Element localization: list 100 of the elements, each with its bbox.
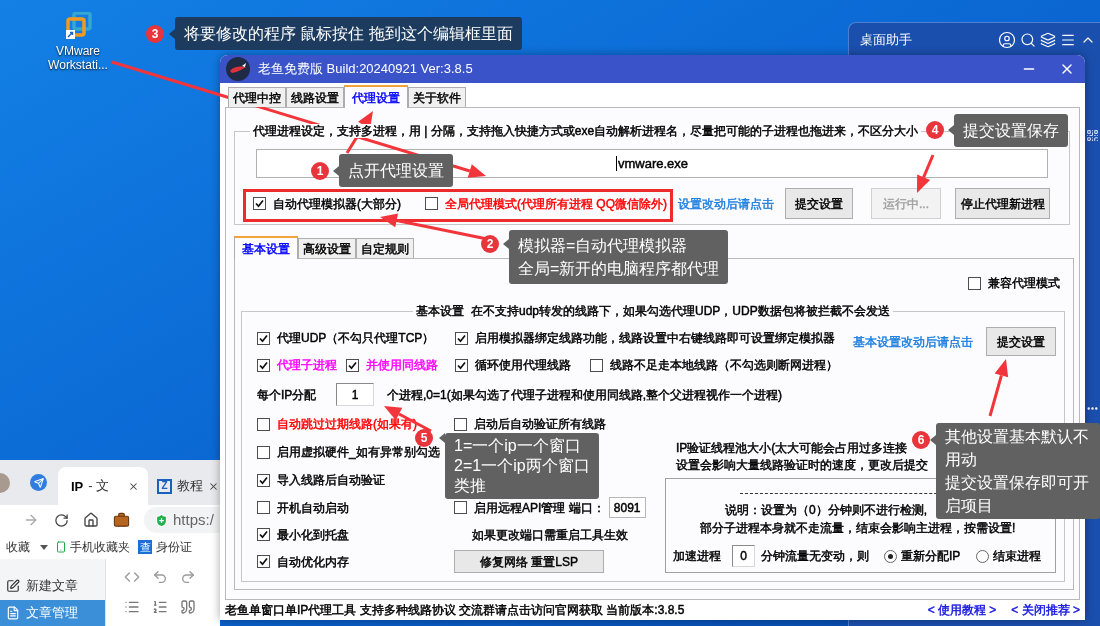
undo-icon[interactable]: [152, 569, 168, 585]
favicon: IP: [71, 478, 84, 494]
bookmark-link[interactable]: 身份证: [156, 538, 192, 556]
radio-label: 结束进程: [993, 548, 1042, 565]
quote-icon[interactable]: [180, 599, 196, 615]
tab[interactable]: 高级设置: [298, 238, 356, 258]
send-icon[interactable]: [30, 474, 47, 491]
search-icon[interactable]: [1020, 31, 1036, 48]
checkbox-label: 代理UDP（不勾只代理TCP）: [277, 331, 435, 345]
checkbox[interactable]: [253, 197, 266, 210]
port-note: 如果更改端口需重启工具生效: [472, 526, 628, 544]
checkbox[interactable]: [455, 358, 468, 372]
pointer-arrow: [988, 359, 1009, 417]
checkbox[interactable]: [590, 358, 603, 372]
checkbox[interactable]: [346, 358, 359, 372]
bookmark-link[interactable]: 收藏: [6, 538, 30, 556]
field-label: 每个IP分配: [257, 386, 318, 404]
close-icon[interactable]: [128, 480, 139, 492]
list-icon[interactable]: [124, 599, 140, 615]
desktop-icon-label: VMware Workstati...: [48, 44, 108, 72]
tab-title: 教程: [177, 477, 203, 496]
checkbox[interactable]: [257, 331, 270, 345]
checkbox-label: 兼容代理模式: [988, 276, 1060, 290]
checkbox-label: 自动优化内存: [277, 554, 349, 569]
callout-text: 点开代理设置: [339, 154, 453, 187]
step-number: 3: [146, 25, 164, 43]
checkbox[interactable]: [454, 417, 467, 431]
checkbox-label: 启动后自动验证所有线路: [474, 417, 606, 431]
tab[interactable]: 基本设置: [234, 236, 298, 259]
bookmark-link[interactable]: 手机收藏夹: [70, 538, 130, 556]
checkbox-label: 并使用同线路: [366, 358, 438, 372]
callout-pointer-icon: [503, 239, 509, 249]
checkbox[interactable]: [257, 555, 270, 568]
favicon: Z: [157, 478, 172, 494]
status-link[interactable]: < 关闭推荐 >: [1011, 601, 1080, 619]
checkbox-label: 代理子进程: [277, 358, 337, 372]
checkbox[interactable]: [454, 501, 467, 514]
stop-button[interactable]: 停止代理新进程: [955, 188, 1050, 219]
repair-network-button[interactable]: 修复网络 重置LSP: [454, 550, 604, 573]
code-icon[interactable]: [124, 569, 140, 585]
favicon: 查: [138, 540, 152, 554]
reload-icon[interactable]: [54, 512, 69, 528]
address-field[interactable]: https:/: [144, 507, 220, 533]
port-input[interactable]: 8091: [608, 497, 646, 518]
checkbox[interactable]: [257, 528, 270, 541]
panel-title: 桌面助手: [860, 30, 912, 49]
callout-pointer-icon: [439, 433, 445, 443]
radio-button[interactable]: [884, 549, 897, 563]
user-icon[interactable]: [998, 30, 1016, 49]
checkbox[interactable]: [257, 473, 270, 487]
app-shortcut-icon[interactable]: [64, 12, 92, 40]
document-icon: [6, 606, 20, 620]
radio-label: 重新分配IP: [901, 548, 961, 565]
minutes-input[interactable]: 0: [732, 545, 755, 567]
tab[interactable]: 关于软件: [408, 87, 466, 107]
callout-pointer-icon: [169, 29, 175, 39]
settings-hint-link[interactable]: 设置改动后请点击: [678, 194, 785, 213]
close-icon[interactable]: [208, 480, 219, 492]
phone-icon: [55, 540, 67, 554]
callout-text: 提交设置保存: [954, 114, 1068, 147]
checkbox[interactable]: [455, 331, 468, 345]
tab[interactable]: 代理设置: [344, 85, 408, 108]
checkbox[interactable]: [968, 276, 981, 290]
layers-icon[interactable]: [1040, 31, 1056, 48]
notice-text: 部分子进程本身就不走流量，结束会影响主进程，按需设置!: [700, 521, 1016, 535]
tab[interactable]: 代理中控: [228, 87, 286, 107]
redo-icon[interactable]: [180, 569, 196, 585]
caret-down-icon[interactable]: [40, 544, 48, 550]
tab[interactable]: 自定规则: [356, 238, 414, 258]
checkbox-label: 线路不足走本地线路（不勾选则断网进程）: [610, 358, 838, 372]
status-link[interactable]: < 使用教程 >: [927, 601, 997, 619]
sidebar-item[interactable]: 新建文章: [0, 575, 105, 597]
home-icon[interactable]: [83, 512, 99, 528]
checkbox[interactable]: [425, 197, 438, 210]
checkbox[interactable]: [257, 501, 270, 514]
group-legend: 基本设置 在不支持udp转发的线路下，如果勾选代理UDP，UDP数据包将被拦截不会发送: [413, 304, 893, 318]
submit-button[interactable]: 提交设置: [785, 188, 853, 219]
checkbox-label: 开机自动启动: [277, 500, 349, 515]
tab-title: - 文: [88, 477, 110, 496]
radio-button[interactable]: [976, 549, 990, 563]
qr-code-icon[interactable]: [1086, 129, 1099, 142]
numbered-list-icon[interactable]: [152, 599, 168, 615]
settings-hint-link[interactable]: 基本设置改动后请点击: [853, 332, 973, 351]
checkbox[interactable]: [257, 445, 270, 459]
callout-pointer-icon: [948, 125, 954, 135]
callout-text: 1=一个ip一个窗口 2=1一个ip两个窗口 类推: [445, 433, 599, 499]
checkbox[interactable]: [257, 358, 270, 372]
callout-text: 其他设置基本默认不 用动 提交设置保存即可开 启项目: [936, 423, 1100, 519]
browser-tab[interactable]: IP - 文: [58, 467, 148, 505]
briefcase-icon[interactable]: [113, 511, 130, 529]
checkbox[interactable]: [257, 417, 270, 431]
callout-pointer-icon: [930, 435, 936, 445]
pool-size-text: IP验证线程池大小(太大可能会占用过多连接: [676, 440, 908, 457]
window-title: 老鱼免费版 Build:20240921 Ver:3.8.5: [258, 60, 473, 79]
submit-button[interactable]: 提交设置: [986, 327, 1056, 356]
tab[interactable]: 线路设置: [286, 87, 344, 107]
checkbox-label: 最小化到托盘: [277, 527, 349, 542]
pool-size-text: 设置会影响大量线路验证时的速度，更改后提交: [676, 457, 928, 474]
callout-pointer-icon: [333, 166, 339, 176]
number-input[interactable]: 1: [336, 383, 374, 406]
